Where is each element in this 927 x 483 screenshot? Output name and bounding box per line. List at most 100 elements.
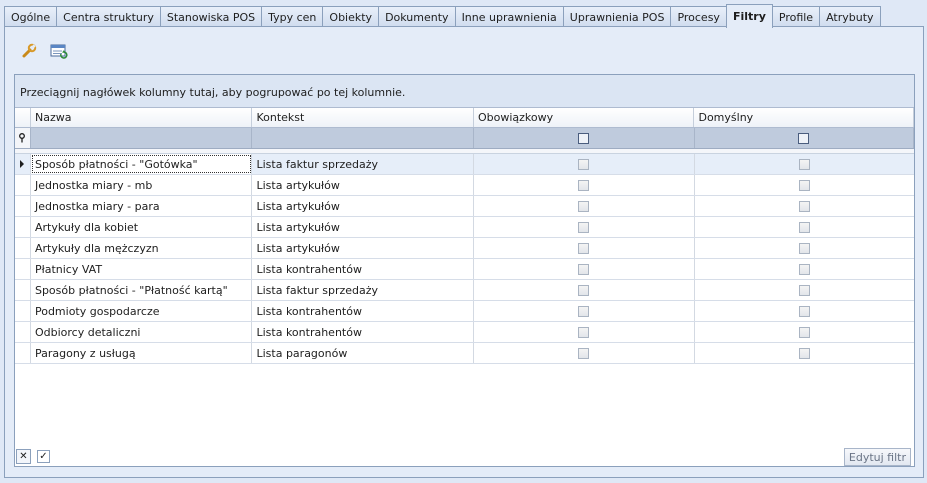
table-row[interactable]: Artykuły dla kobiet Lista artykułów [15,217,914,238]
column-header-default-label: Domyślny [698,111,754,124]
default-checkbox[interactable] [798,242,810,254]
cell-context[interactable]: Lista kontrahentów [252,322,474,342]
row-indicator [15,322,31,342]
clear-filter-button[interactable]: ✕ [16,449,31,464]
table-row[interactable]: Sposób płatności - "Płatność kartą" Lista… [15,280,914,301]
group-by-panel[interactable]: Przeciągnij nagłówek kolumny tutaj, aby … [15,75,914,108]
default-checkbox[interactable] [798,158,810,170]
filters-grid: Przeciągnij nagłówek kolumny tutaj, aby … [14,74,915,467]
column-header-context[interactable]: Kontekst [252,108,474,127]
default-checkbox[interactable] [798,263,810,275]
cell-name[interactable]: Płatnicy VAT [31,259,253,279]
table-row[interactable]: Paragony z usługą Lista paragonów [15,343,914,364]
table-row[interactable]: Jednostka miary - mb Lista artykułów [15,175,914,196]
cell-context[interactable]: Lista faktur sprzedaży [252,280,474,300]
cell-context[interactable]: Lista paragonów [252,343,474,363]
filter-row-indicator [15,128,31,148]
table-row[interactable]: Podmioty gospodarcze Lista kontrahentów [15,301,914,322]
tab-stanowiska-pos[interactable]: Stanowiska POS [159,6,263,27]
required-checkbox[interactable] [578,242,590,254]
wrench-button[interactable] [19,41,39,61]
table-row[interactable]: Płatnicy VAT Lista kontrahentów [15,259,914,280]
tab-typy-cen[interactable]: Typy cen [261,6,324,27]
cell-context[interactable]: Lista artykułów [252,175,474,195]
required-checkbox[interactable] [578,221,590,233]
grid-header-row: Nazwa Kontekst Obowiązkowy Domyślny [15,108,914,128]
filter-required-checkbox[interactable] [578,132,590,144]
column-header-name[interactable]: Nazwa [31,108,253,127]
required-checkbox[interactable] [578,284,590,296]
cell-required [474,154,695,174]
edit-filter-button[interactable]: Edytuj filtr [843,448,911,466]
row-indicator [15,259,31,279]
cell-required [474,343,695,363]
refresh-list-button[interactable] [49,41,69,61]
required-checkbox[interactable] [578,200,590,212]
tab-dokumenty[interactable]: Dokumenty [378,6,456,27]
cell-name[interactable]: Jednostka miary - para [31,196,253,216]
required-checkbox[interactable] [578,305,590,317]
default-checkbox[interactable] [798,221,810,233]
default-checkbox[interactable] [798,284,810,296]
table-row[interactable]: Sposób płatności - "Gotówka" Lista faktur… [15,154,914,175]
cell-required [474,259,695,279]
filter-pin-icon [19,133,26,143]
cell-name[interactable]: Artykuły dla kobiet [31,217,253,237]
cell-default [695,259,915,279]
required-checkbox[interactable] [578,263,590,275]
default-checkbox[interactable] [798,326,810,338]
cell-default [695,280,915,300]
required-checkbox[interactable] [578,158,590,170]
column-header-name-label: Nazwa [34,111,72,124]
tab-uprawnienia-pos[interactable]: Uprawnienia POS [562,6,672,27]
tab-profile[interactable]: Profile [771,6,821,27]
default-checkbox[interactable] [798,347,810,359]
tab-procesy[interactable]: Procesy [670,6,727,27]
default-checkbox[interactable] [798,200,810,212]
cell-required [474,322,695,342]
column-header-default[interactable]: Domyślny [694,108,914,127]
enable-filter-checkbox[interactable]: ✓ [37,450,50,463]
tab-ogólne[interactable]: Ogólne [4,6,58,27]
cell-required [474,301,695,321]
cell-context[interactable]: Lista artykułów [252,238,474,258]
tab-filtry[interactable]: Filtry [725,4,773,28]
column-header-required-label: Obowiązkowy [477,111,554,124]
required-checkbox[interactable] [578,326,590,338]
tab-atrybuty[interactable]: Atrybuty [819,6,881,27]
row-indicator [15,301,31,321]
cell-context[interactable]: Lista faktur sprzedaży [252,154,474,174]
cell-default [695,196,915,216]
default-checkbox[interactable] [798,179,810,191]
tab-obiekty[interactable]: Obiekty [322,6,380,27]
table-row[interactable]: Odbiorcy detaliczni Lista kontrahentów [15,322,914,343]
cell-context[interactable]: Lista kontrahentów [252,301,474,321]
cell-context[interactable]: Lista kontrahentów [252,259,474,279]
cell-required [474,280,695,300]
cell-name[interactable]: Jednostka miary - mb [31,175,253,195]
cell-context[interactable]: Lista artykułów [252,196,474,216]
required-checkbox[interactable] [578,179,590,191]
cell-name[interactable]: Artykuły dla mężczyzn [31,238,253,258]
tab-inne-uprawnienia[interactable]: Inne uprawnienia [454,6,564,27]
tab-centra-struktury[interactable]: Centra struktury [56,6,161,27]
table-row[interactable]: Artykuły dla mężczyzn Lista artykułów [15,238,914,259]
cell-required [474,175,695,195]
table-row[interactable]: Jednostka miary - para Lista artykułów [15,196,914,217]
default-checkbox[interactable] [798,305,810,317]
cell-name[interactable]: Sposób płatności - "Płatność kartą" [31,280,253,300]
cell-name[interactable]: Paragony z usługą [31,343,253,363]
filter-default-checkbox[interactable] [798,132,810,144]
cell-context[interactable]: Lista artykułów [252,217,474,237]
cell-required [474,217,695,237]
row-indicator [15,280,31,300]
filter-context-input[interactable] [252,128,474,148]
cell-name[interactable]: Odbiorcy detaliczni [31,322,253,342]
check-icon: ✓ [39,450,48,462]
required-checkbox[interactable] [578,347,590,359]
filter-name-input[interactable] [31,128,253,148]
column-header-required[interactable]: Obowiązkowy [474,108,695,127]
cell-name[interactable]: Sposób płatności - "Gotówka" [30,154,253,174]
cell-name[interactable]: Podmioty gospodarcze [31,301,253,321]
header-indicator-cell [15,108,31,127]
